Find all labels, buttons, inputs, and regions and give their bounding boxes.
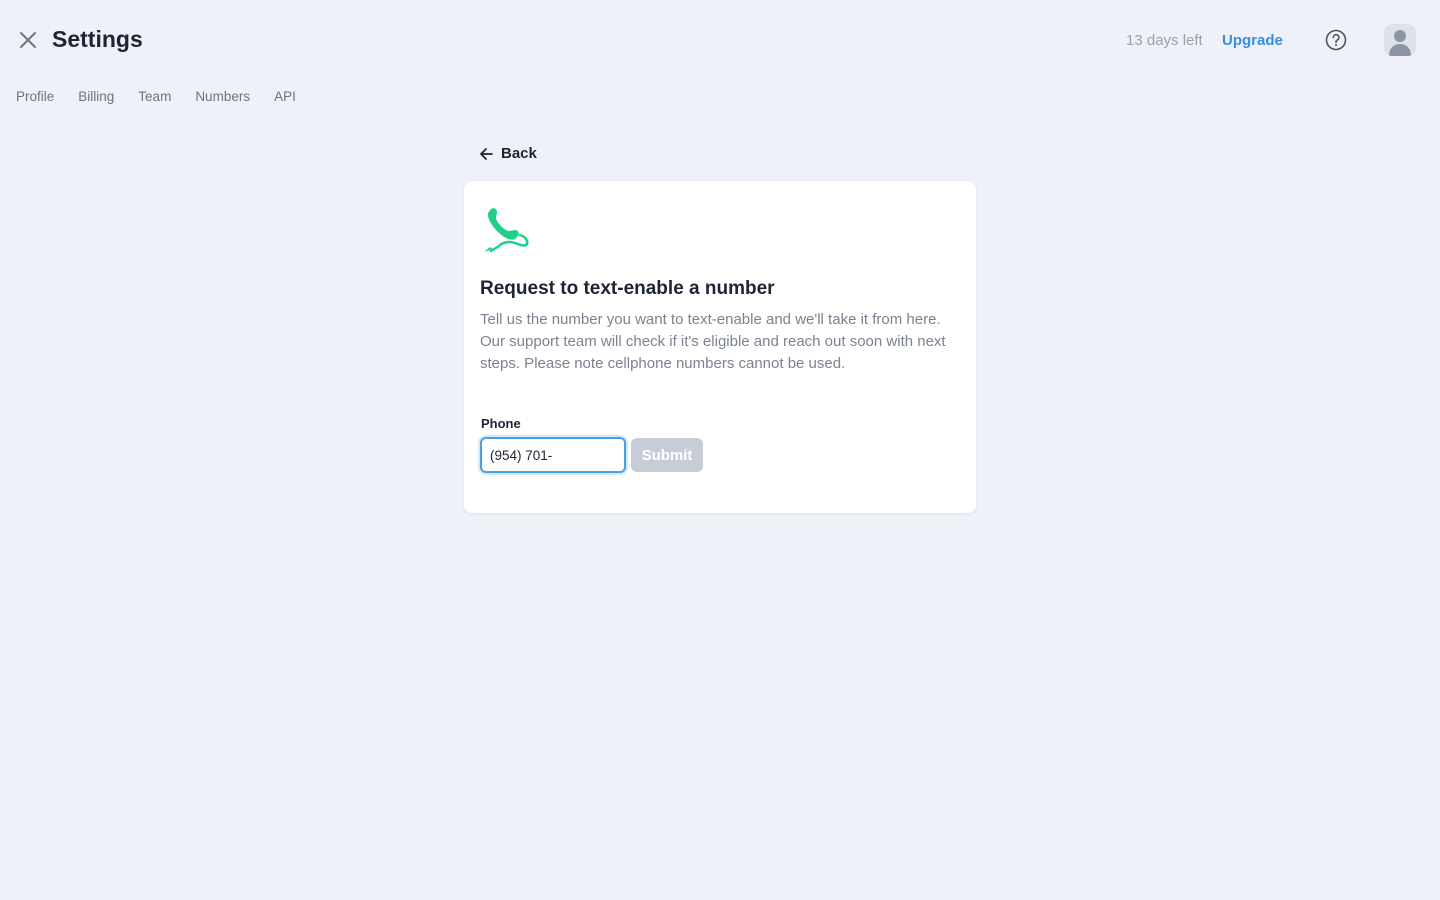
back-label: Back [501, 145, 537, 162]
tab-profile[interactable]: Profile [16, 89, 54, 104]
phone-label: Phone [481, 416, 521, 431]
card-heading: Request to text-enable a number [480, 278, 775, 299]
tab-numbers[interactable]: Numbers [195, 89, 250, 104]
tab-team[interactable]: Team [138, 89, 171, 104]
arrow-left-icon [480, 147, 493, 160]
user-silhouette-icon [1389, 30, 1411, 56]
close-icon[interactable] [18, 30, 38, 50]
tab-billing[interactable]: Billing [78, 89, 114, 104]
tab-api[interactable]: API [274, 89, 296, 104]
card-description: Tell us the number you want to text-enab… [480, 311, 946, 372]
avatar[interactable] [1384, 24, 1416, 56]
help-icon[interactable] [1325, 29, 1347, 51]
submit-button[interactable]: Submit [631, 438, 703, 472]
text-enable-request-card: Request to text-enable a number Tell us … [464, 181, 976, 513]
page-title: Settings [52, 26, 143, 52]
back-button[interactable]: Back [478, 145, 537, 162]
upgrade-link[interactable]: Upgrade [1222, 32, 1283, 49]
phone-icon [484, 208, 529, 253]
trial-days-left: 13 days left [1126, 32, 1203, 49]
settings-tabs: Profile Billing Team Numbers API [16, 89, 296, 104]
phone-input[interactable] [480, 437, 626, 473]
